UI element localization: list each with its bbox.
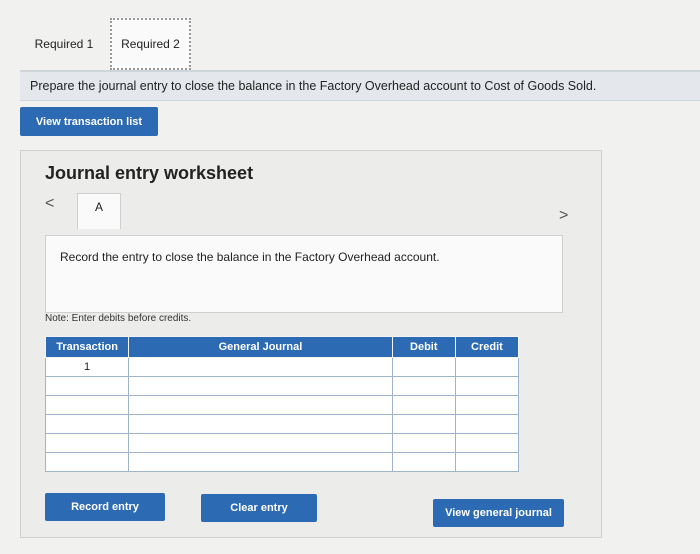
debit-input[interactable] — [392, 377, 455, 395]
header-debit: Debit — [391, 336, 456, 358]
general-journal-cell[interactable] — [128, 357, 393, 377]
credit-input[interactable] — [455, 377, 518, 395]
general-journal-cell[interactable] — [128, 414, 393, 434]
table-row — [44, 395, 520, 415]
transaction-cell — [44, 452, 130, 472]
credit-cell[interactable] — [454, 433, 520, 453]
debit-cell[interactable] — [391, 452, 456, 472]
debit-cell[interactable] — [391, 414, 456, 434]
record-entry-button[interactable]: Record entry — [45, 493, 165, 521]
question-prompt: Prepare the journal entry to close the b… — [20, 71, 700, 101]
debit-input[interactable] — [392, 396, 455, 414]
general-journal-cell[interactable] — [128, 452, 393, 472]
credit-input[interactable] — [455, 358, 518, 376]
table-row — [44, 414, 520, 434]
header-transaction: Transaction — [44, 336, 130, 358]
general-journal-input[interactable] — [129, 434, 392, 452]
debit-input[interactable] — [392, 415, 455, 433]
tab-required-2[interactable]: Required 2 — [110, 18, 191, 70]
previous-entry-chevron-icon[interactable]: < — [45, 195, 54, 213]
table-row — [44, 433, 520, 453]
worksheet-title: Journal entry worksheet — [45, 163, 254, 183]
transaction-cell: 1 — [44, 357, 130, 377]
debit-input[interactable] — [392, 434, 455, 452]
credit-input[interactable] — [455, 415, 518, 433]
table-row — [44, 376, 520, 396]
credit-cell[interactable] — [454, 395, 520, 415]
credit-cell[interactable] — [454, 414, 520, 434]
general-journal-cell[interactable] — [128, 395, 393, 415]
journal-table: Transaction General Journal Debit Credit… — [44, 336, 520, 472]
debit-cell[interactable] — [391, 433, 456, 453]
header-credit: Credit — [454, 336, 520, 358]
credit-cell[interactable] — [454, 452, 520, 472]
general-journal-input[interactable] — [129, 453, 392, 471]
debit-cell[interactable] — [391, 376, 456, 396]
entry-instruction-box: Record the entry to close the balance in… — [45, 235, 563, 313]
transaction-cell — [44, 414, 130, 434]
clear-entry-button[interactable]: Clear entry — [201, 494, 317, 522]
table-row: 1 — [44, 357, 520, 377]
general-journal-cell[interactable] — [128, 376, 393, 396]
entry-tab-a[interactable]: A — [77, 193, 121, 229]
credit-cell[interactable] — [454, 376, 520, 396]
note-text: Note: Enter debits before credits. — [45, 313, 192, 324]
credit-input[interactable] — [455, 396, 518, 414]
debit-input[interactable] — [392, 453, 455, 471]
entry-instruction: Record the entry to close the balance in… — [60, 250, 440, 264]
table-row — [44, 452, 520, 472]
debit-cell[interactable] — [391, 395, 456, 415]
credit-cell[interactable] — [454, 357, 520, 377]
credit-input[interactable] — [455, 453, 518, 471]
view-transaction-list-button[interactable]: View transaction list — [20, 107, 158, 136]
debit-cell[interactable] — [391, 357, 456, 377]
transaction-cell — [44, 433, 130, 453]
view-general-journal-button[interactable]: View general journal — [433, 499, 564, 527]
general-journal-cell[interactable] — [128, 433, 393, 453]
credit-input[interactable] — [455, 434, 518, 452]
debit-input[interactable] — [392, 358, 455, 376]
tab-required-1[interactable]: Required 1 — [24, 21, 104, 67]
general-journal-input[interactable] — [129, 396, 392, 414]
header-general-journal: General Journal — [128, 336, 393, 358]
next-entry-chevron-icon[interactable]: > — [559, 207, 568, 225]
required-tabs: Required 1 Required 2 — [20, 18, 700, 71]
general-journal-input[interactable] — [129, 377, 392, 395]
general-journal-input[interactable] — [129, 358, 392, 376]
general-journal-input[interactable] — [129, 415, 392, 433]
transaction-cell — [44, 395, 130, 415]
transaction-cell — [44, 376, 130, 396]
journal-entry-worksheet: Journal entry worksheet < A > Record the… — [20, 150, 602, 538]
